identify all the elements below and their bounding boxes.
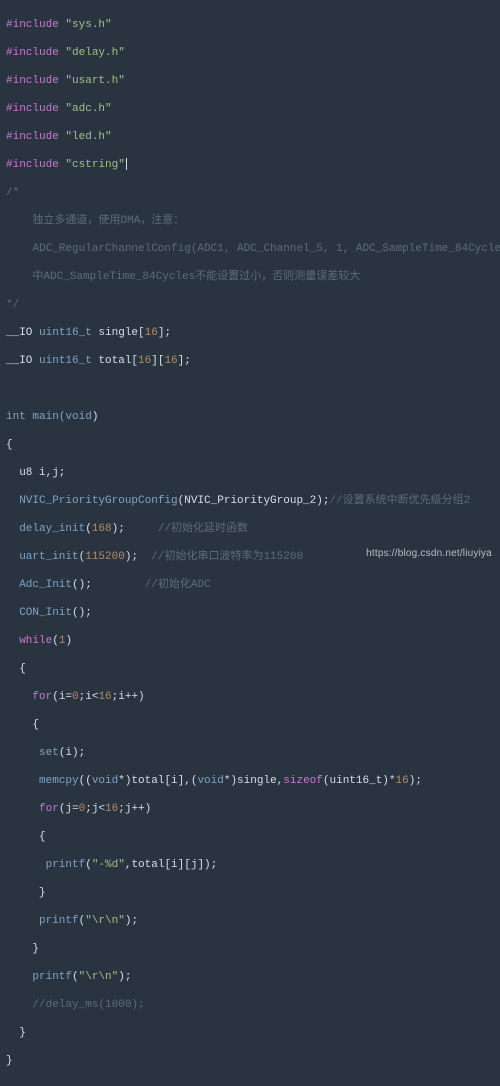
printf-call: printf("-%d",total[i][j]);: [6, 858, 494, 872]
include-line: #include "delay.h": [6, 46, 494, 60]
adc-init-call: Adc_Init(); //初始化ADC: [6, 578, 494, 592]
brace-close: }: [6, 1026, 494, 1040]
brace-close: }: [6, 1054, 494, 1068]
var-declaration: __IO uint16_t total[16][16];: [6, 354, 494, 368]
brace-open: {: [6, 438, 494, 452]
var-declaration: __IO uint16_t single[16];: [6, 326, 494, 340]
watermark-text: https://blog.csdn.net/liuyiya: [366, 547, 492, 561]
delay-init-call: delay_init(168); //初始化延时函数: [6, 522, 494, 536]
set-call: set(i);: [6, 746, 494, 760]
text-cursor: [126, 158, 127, 170]
printf-call: printf("\r\n");: [6, 970, 494, 984]
var-decl-local: u8 i,j;: [6, 466, 494, 480]
include-line: #include "usart.h": [6, 74, 494, 88]
printf-call: printf("\r\n");: [6, 914, 494, 928]
include-line: #include "cstring": [6, 158, 494, 172]
comment-line: 中ADC_SampleTime_84Cycles不能设置过小，否则测量误差较大: [6, 270, 494, 284]
comment-close: */: [6, 298, 494, 312]
brace-close: }: [6, 886, 494, 900]
blank-line: [6, 382, 494, 396]
for-outer: for(i=0;i<16;i++): [6, 690, 494, 704]
con-init-call: CON_Init();: [6, 606, 494, 620]
brace-open: {: [6, 662, 494, 676]
include-line: #include "sys.h": [6, 18, 494, 32]
while-header: while(1): [6, 634, 494, 648]
include-file: "sys.h": [65, 19, 111, 31]
memcpy-call: memcpy((void*)total[i],(void*)single,siz…: [6, 774, 494, 788]
nvic-call: NVIC_PriorityGroupConfig(NVIC_PriorityGr…: [6, 494, 494, 508]
commented-delay: //delay_ms(1000);: [6, 998, 494, 1012]
include-line: #include "led.h": [6, 130, 494, 144]
brace-open: {: [6, 830, 494, 844]
comment-open: /*: [6, 186, 494, 200]
for-inner: for(j=0;j<16;j++): [6, 802, 494, 816]
comment-line: ADC_RegularChannelConfig(ADC1, ADC_Chann…: [6, 242, 494, 256]
include-line: #include "adc.h": [6, 102, 494, 116]
brace-open: {: [6, 718, 494, 732]
main-signature: int main(void): [6, 410, 494, 424]
comment-line: 独立多通道，使用DMA，注意：: [6, 214, 494, 228]
code-block: #include "sys.h" #include "delay.h" #inc…: [0, 0, 500, 1086]
include-directive: #include: [6, 19, 59, 31]
brace-close: }: [6, 942, 494, 956]
